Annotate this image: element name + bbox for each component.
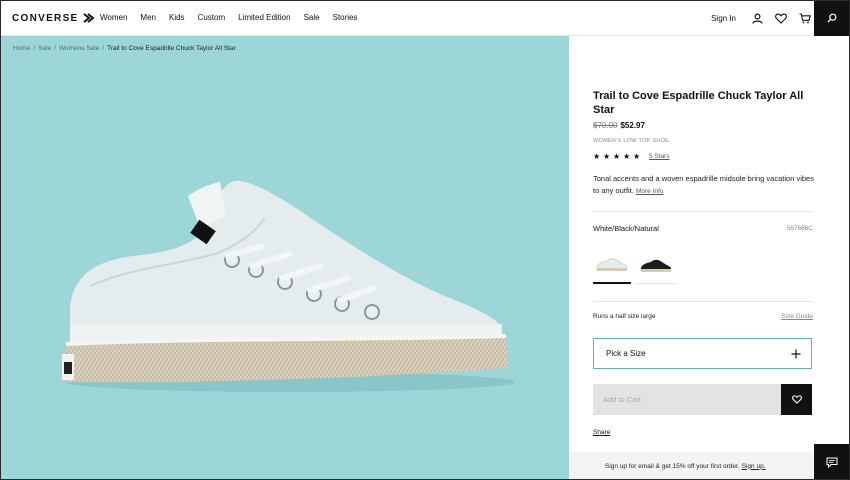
sale-price: $52.97 [620,121,645,130]
product-description: Tonal accents and a woven espadrille mid… [593,173,815,198]
search-icon [827,13,837,23]
color-swatch-black[interactable] [637,246,675,284]
original-price: $70.00 [593,121,618,130]
main-nav: Women Men Kids Custom Limited Edition Sa… [100,11,371,25]
star-icon: ★ [623,152,631,161]
star-icon: ★ [593,152,601,161]
reviews-link[interactable]: 5 Stars [649,153,670,160]
nav-item-sale[interactable]: Sale [304,11,320,25]
pick-size-dropdown[interactable]: Pick a Size [593,338,812,369]
site-header: CONVERSE Women Men Kids Custom Limited E… [0,0,850,36]
star-icon: ★ [633,152,641,161]
color-swatch-white[interactable] [593,246,631,284]
product-category: WOMEN'S LOW TOP SHOE [593,138,670,144]
email-signup-bar: Sign up for email & get 15% off your fir… [569,452,813,480]
fit-note: Runs a half size large [593,313,656,320]
nav-item-limited-edition[interactable]: Limited Edition [238,11,290,25]
breadcrumb-womens-sale[interactable]: Womens Sale [59,45,99,52]
divider [593,211,812,212]
rating-row: ★ ★ ★ ★ ★ 5 Stars [593,152,670,161]
product-title: Trail to Cove Espadrille Chuck Taylor Al… [593,90,804,116]
product-sku: 567686C [786,225,813,232]
breadcrumb-sale[interactable]: Sale [38,45,51,52]
add-to-cart-button[interactable]: Add to Cart [593,384,781,415]
breadcrumb-separator: / [33,45,36,52]
user-icon[interactable] [750,11,764,25]
header-actions: Sign In [711,9,812,27]
description-text: Tonal accents and a woven espadrille mid… [593,174,814,195]
signup-link[interactable]: Sign up. [742,463,766,470]
product-image-panel: Home / Sale / Womens Sale / Trail to Cov… [0,36,569,480]
sign-in-link[interactable]: Sign In [711,14,736,23]
product-photo-shoe [62,180,515,392]
share-link[interactable]: Share [593,429,610,436]
arrow-logo-icon [82,13,95,23]
chat-icon [826,457,838,468]
more-info-link[interactable]: More Info [636,188,663,195]
cart-icon[interactable] [798,11,812,25]
breadcrumb-separator: / [54,45,56,52]
add-to-cart-label: Add to Cart [603,395,641,404]
search-button[interactable] [814,0,850,36]
color-name: White/Black/Natural [593,224,659,233]
star-icon: ★ [603,152,611,161]
nav-item-men[interactable]: Men [140,11,156,25]
price-row: $70.00 $52.97 [593,121,645,130]
breadcrumb-home[interactable]: Home [13,45,30,52]
logo-text: CONVERSE [12,12,79,24]
nav-item-kids[interactable]: Kids [169,11,185,25]
size-guide-link[interactable]: Size Guide [781,313,813,320]
signup-text: Sign up for email & get 15% off your fir… [605,462,740,470]
divider [593,301,812,302]
wishlist-button[interactable] [781,384,812,415]
breadcrumb-current: Trail to Cove Espadrille Chuck Taylor Al… [107,45,236,52]
breadcrumb: Home / Sale / Womens Sale / Trail to Cov… [13,45,236,52]
breadcrumb-separator: / [102,45,105,52]
heart-icon [791,395,802,404]
plus-icon [791,349,801,358]
heart-icon[interactable] [774,11,788,25]
pick-size-label: Pick a Size [606,349,646,358]
nav-item-stories[interactable]: Stories [333,11,358,25]
chat-button[interactable] [814,444,850,480]
converse-logo[interactable]: CONVERSE [12,11,95,25]
product-details-panel: Trail to Cove Espadrille Chuck Taylor Al… [593,36,815,480]
nav-item-custom[interactable]: Custom [198,11,226,25]
nav-item-women[interactable]: Women [100,11,127,25]
star-icon: ★ [613,152,621,161]
